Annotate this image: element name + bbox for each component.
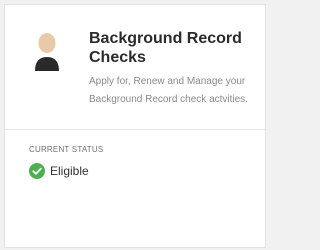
current-status-label: CURRENT STATUS (29, 145, 104, 154)
status-row: Eligible (29, 163, 89, 179)
check-circle-icon (29, 163, 45, 179)
status-value: Eligible (50, 164, 89, 178)
card-title: Background Record Checks (89, 30, 242, 66)
divider (5, 129, 265, 130)
card-description: Apply for, Renew and Manage your Backgro… (89, 76, 248, 105)
person-avatar-icon (27, 31, 67, 71)
background-check-card: Background Record Checks Apply for, Rene… (4, 4, 266, 248)
